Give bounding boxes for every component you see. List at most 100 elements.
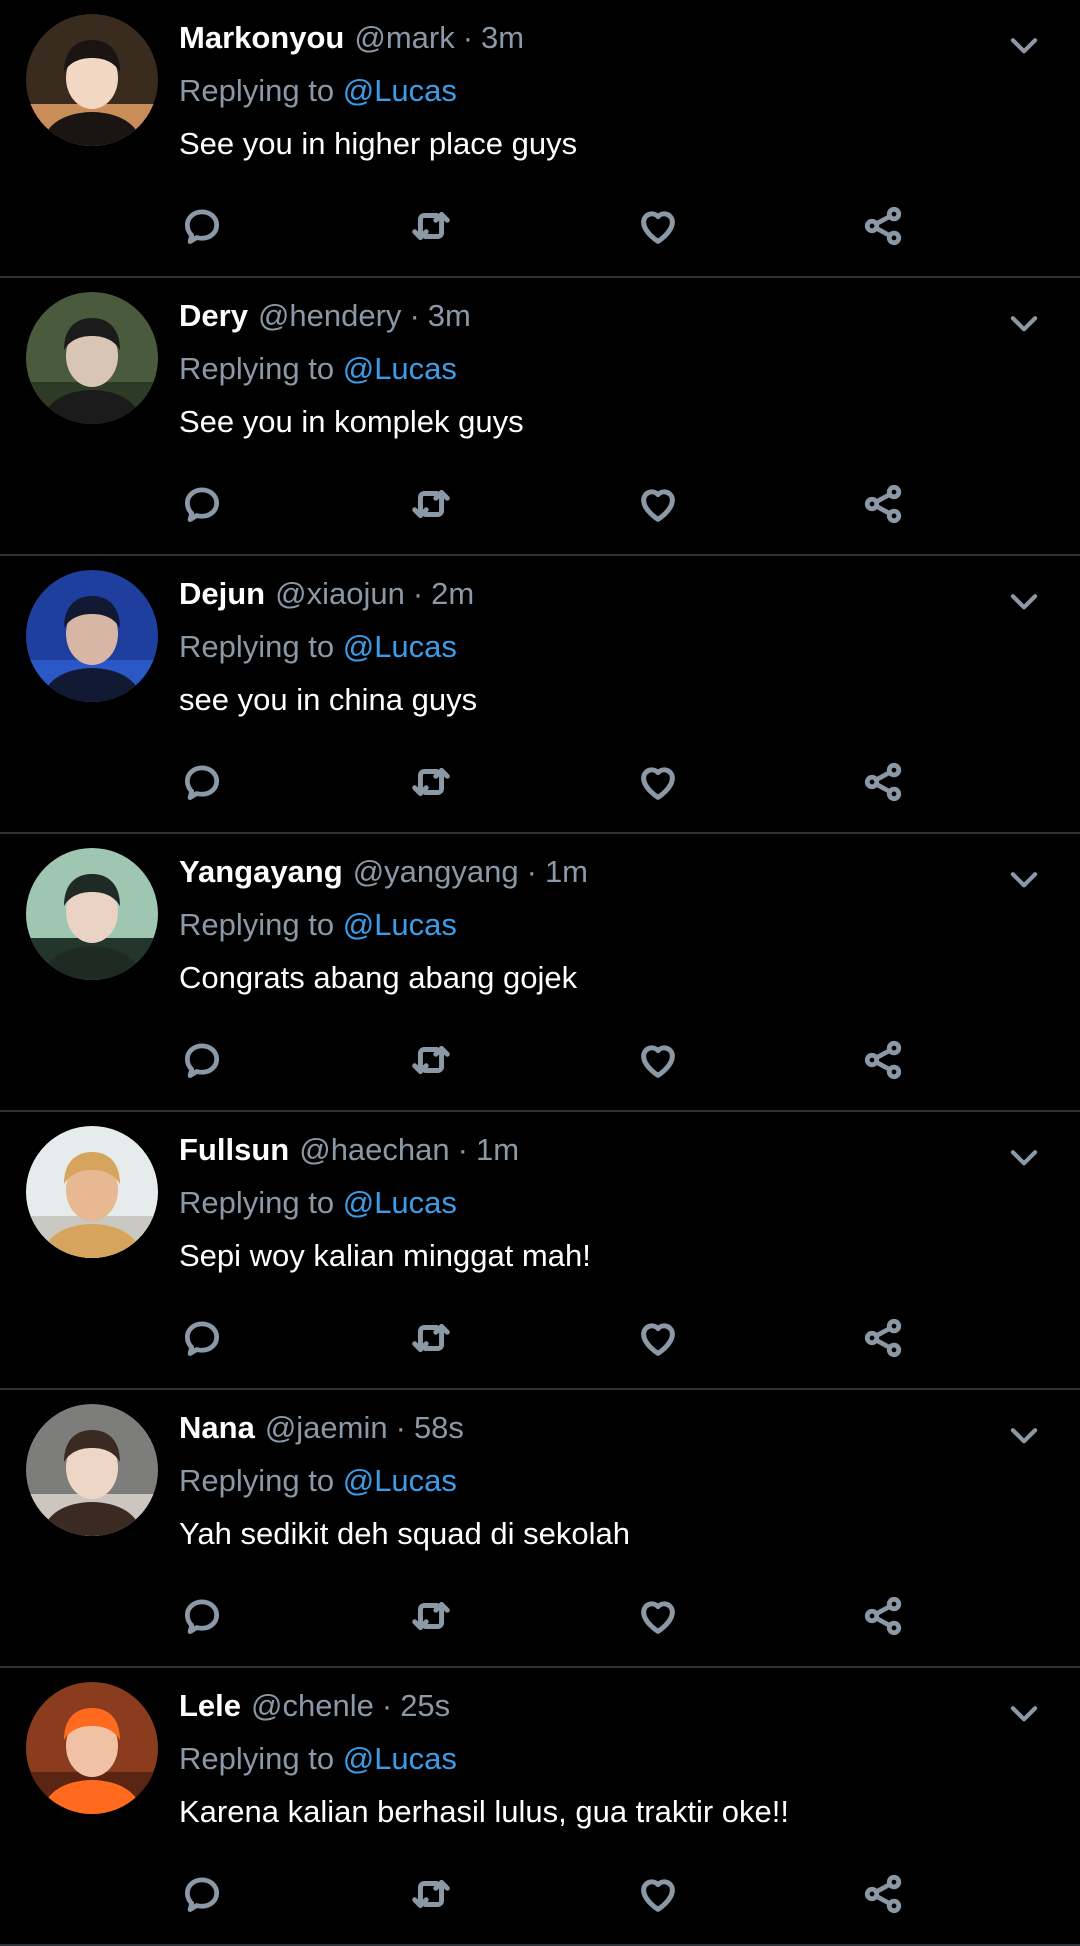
reply-icon: [184, 1043, 220, 1078]
avatar[interactable]: [26, 1404, 158, 1536]
timestamp[interactable]: 3m: [481, 16, 524, 60]
retweet-button[interactable]: [408, 1037, 454, 1083]
replying-to-line: Replying to @Lucas: [179, 347, 457, 391]
like-button[interactable]: [635, 1315, 681, 1361]
retweet-button[interactable]: [408, 1593, 454, 1639]
reply-button[interactable]: [179, 1593, 225, 1639]
avatar[interactable]: [26, 570, 158, 702]
more-options-button[interactable]: [1004, 30, 1044, 60]
tweet-text: See you in higher place guys: [179, 126, 578, 161]
display-name[interactable]: Dejun: [179, 572, 265, 616]
tweet-reply[interactable]: Markonyou @mark · 3m Replying to @Lucas See y…: [0, 0, 1080, 278]
display-name[interactable]: Markonyou: [179, 16, 344, 60]
share-icon: [864, 1040, 902, 1080]
tweet-actions: [0, 1037, 1080, 1083]
share-icon: [864, 1318, 902, 1358]
retweet-icon: [412, 1602, 450, 1630]
retweet-button[interactable]: [408, 759, 454, 805]
replying-to-label: Replying to: [179, 351, 335, 386]
separator-dot: ·: [412, 576, 424, 611]
reply-button[interactable]: [179, 1871, 225, 1917]
replying-to-link[interactable]: @Lucas: [343, 1463, 457, 1498]
heart-icon: [641, 211, 675, 244]
avatar[interactable]: [26, 848, 158, 980]
more-options-button[interactable]: [1004, 1420, 1044, 1450]
like-button[interactable]: [635, 1871, 681, 1917]
timestamp[interactable]: 58s: [414, 1406, 464, 1450]
avatar-photo: [26, 1404, 158, 1536]
replying-to-link[interactable]: @Lucas: [343, 907, 457, 942]
tweet-reply[interactable]: Fullsun @haechan · 1m Replying to @Lucas Sepi…: [0, 1112, 1080, 1390]
share-button[interactable]: [860, 203, 906, 249]
chevron-down-icon: [1010, 872, 1038, 888]
share-button[interactable]: [860, 1593, 906, 1639]
user-handle[interactable]: @haechan: [299, 1128, 449, 1172]
retweet-icon: [412, 1046, 450, 1074]
display-name[interactable]: Fullsun: [179, 1128, 289, 1172]
tweet-reply[interactable]: Lele @chenle · 25s Replying to @Lucas Karena …: [0, 1668, 1080, 1946]
display-name[interactable]: Yangayang: [179, 850, 343, 894]
replying-to-link[interactable]: @Lucas: [343, 351, 457, 386]
reply-button[interactable]: [179, 481, 225, 527]
display-name[interactable]: Dery: [179, 294, 248, 338]
retweet-icon: [412, 212, 450, 240]
like-button[interactable]: [635, 481, 681, 527]
user-handle[interactable]: @yangyang: [353, 850, 519, 894]
more-options-button[interactable]: [1004, 864, 1044, 894]
user-handle[interactable]: @hendery: [258, 294, 402, 338]
reply-button[interactable]: [179, 759, 225, 805]
retweet-button[interactable]: [408, 1871, 454, 1917]
more-options-button[interactable]: [1004, 308, 1044, 338]
replying-to-link[interactable]: @Lucas: [343, 1741, 457, 1776]
retweet-button[interactable]: [408, 203, 454, 249]
tweet-actions: [0, 759, 1080, 805]
replying-to-link[interactable]: @Lucas: [343, 73, 457, 108]
reply-button[interactable]: [179, 1315, 225, 1361]
reply-button[interactable]: [179, 1037, 225, 1083]
reply-icon: [184, 1877, 220, 1912]
like-button[interactable]: [635, 759, 681, 805]
tweet-actions: [0, 481, 1080, 527]
more-options-button[interactable]: [1004, 1698, 1044, 1728]
display-name[interactable]: Nana: [179, 1406, 255, 1450]
user-handle[interactable]: @chenle: [251, 1684, 374, 1728]
share-button[interactable]: [860, 1037, 906, 1083]
timestamp[interactable]: 25s: [400, 1684, 450, 1728]
more-options-button[interactable]: [1004, 586, 1044, 616]
like-button[interactable]: [635, 1593, 681, 1639]
user-handle[interactable]: @mark: [354, 16, 454, 60]
share-button[interactable]: [860, 759, 906, 805]
avatar[interactable]: [26, 1682, 158, 1814]
like-button[interactable]: [635, 203, 681, 249]
replying-to-label: Replying to: [179, 1463, 335, 1498]
avatar[interactable]: [26, 14, 158, 146]
timestamp[interactable]: 3m: [428, 294, 471, 338]
replying-to-line: Replying to @Lucas: [179, 625, 457, 669]
user-handle[interactable]: @xiaojun: [275, 572, 405, 616]
share-button[interactable]: [860, 481, 906, 527]
tweet-actions: [0, 1593, 1080, 1639]
reply-button[interactable]: [179, 203, 225, 249]
share-button[interactable]: [860, 1871, 906, 1917]
avatar[interactable]: [26, 1126, 158, 1258]
tweet-reply[interactable]: Nana @jaemin · 58s Replying to @Lucas Yah sed…: [0, 1390, 1080, 1668]
retweet-button[interactable]: [408, 1315, 454, 1361]
more-options-button[interactable]: [1004, 1142, 1044, 1172]
timestamp[interactable]: 1m: [545, 850, 588, 894]
heart-icon: [641, 1879, 675, 1912]
avatar[interactable]: [26, 292, 158, 424]
timestamp[interactable]: 2m: [431, 572, 474, 616]
heart-icon: [641, 1601, 675, 1634]
tweet-reply[interactable]: Dery @hendery · 3m Replying to @Lucas See you…: [0, 278, 1080, 556]
timestamp[interactable]: 1m: [476, 1128, 519, 1172]
like-button[interactable]: [635, 1037, 681, 1083]
retweet-button[interactable]: [408, 481, 454, 527]
display-name[interactable]: Lele: [179, 1684, 241, 1728]
user-handle[interactable]: @jaemin: [265, 1406, 388, 1450]
tweet-reply[interactable]: Yangayang @yangyang · 1m Replying to @Lucas C…: [0, 834, 1080, 1112]
tweet-reply[interactable]: Dejun @xiaojun · 2m Replying to @Lucas see yo…: [0, 556, 1080, 834]
replying-to-link[interactable]: @Lucas: [343, 1185, 457, 1220]
share-icon: [864, 762, 902, 802]
share-button[interactable]: [860, 1315, 906, 1361]
replying-to-link[interactable]: @Lucas: [343, 629, 457, 664]
